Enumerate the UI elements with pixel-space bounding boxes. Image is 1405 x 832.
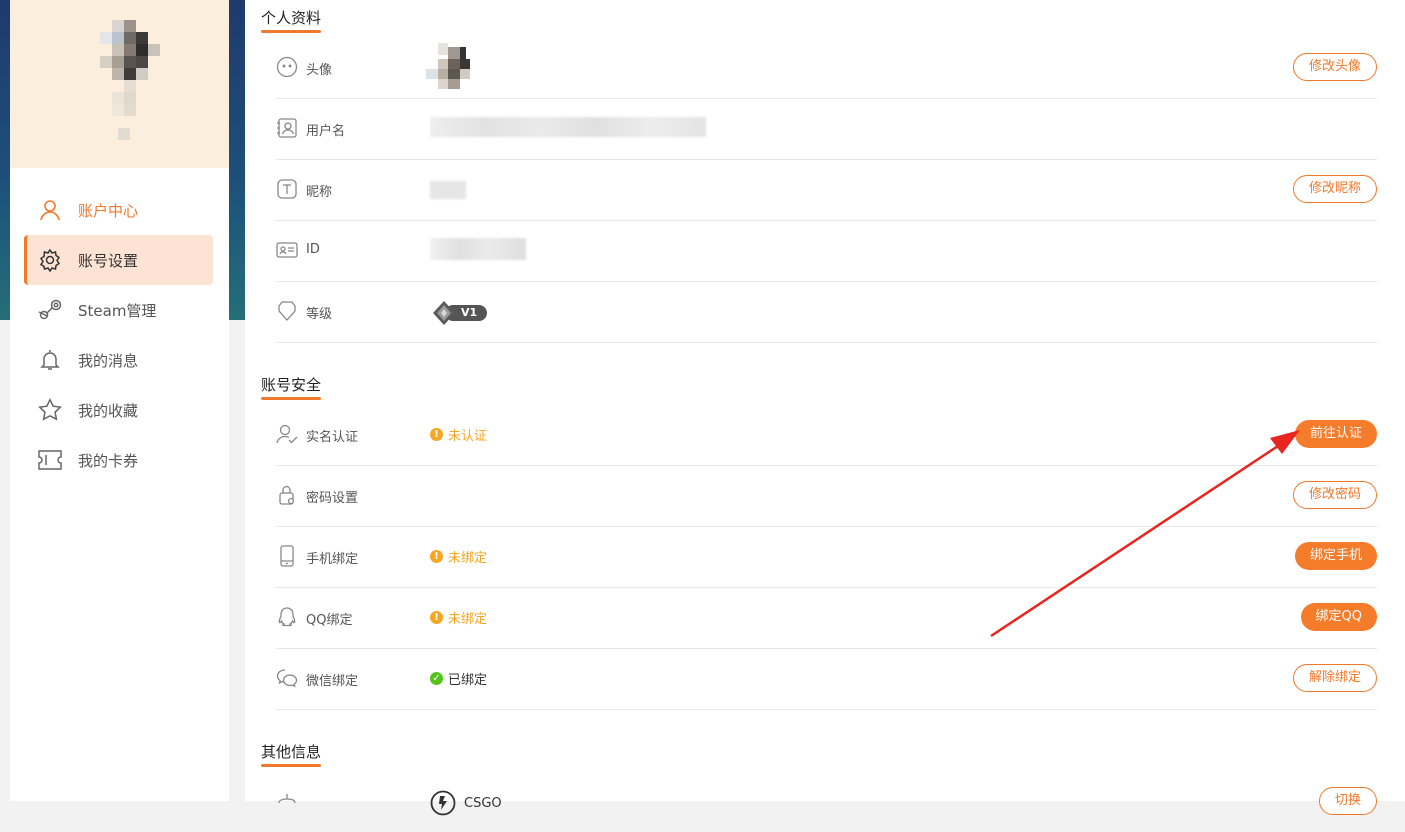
realname-row: 实名认证 ! 未认证 前往认证 (276, 405, 1377, 466)
profile-avatar-image (426, 43, 470, 89)
qq-status: ! 未绑定 (430, 608, 487, 627)
bind-qq-button[interactable]: 绑定QQ (1300, 603, 1377, 631)
phone-status: ! 未绑定 (430, 547, 487, 566)
wechat-icon (276, 669, 298, 688)
verify-realname-button[interactable]: 前往认证 (1294, 420, 1377, 448)
realname-label: 实名认证 (306, 430, 359, 445)
diamond-icon (278, 301, 296, 321)
star-icon (36, 396, 64, 424)
password-label: 密码设置 (306, 491, 359, 506)
sidebar-item-label: 我的收藏 (78, 401, 139, 420)
wechat-row: 微信绑定 ✓ 已绑定 解除绑定 (276, 649, 1377, 710)
gamepad-icon (278, 794, 296, 804)
wechat-label: 微信绑定 (306, 674, 359, 689)
phone-row: 手机绑定 ! 未绑定 绑定手机 (276, 527, 1377, 588)
switch-game-button[interactable]: 切换 (1318, 787, 1377, 815)
profile-card (10, 0, 229, 168)
sidebar-item-coupons[interactable]: 我的卡券 (24, 435, 213, 485)
lock-icon (279, 485, 295, 505)
username-row: 用户名 (276, 99, 1377, 160)
warning-icon: ! (430, 611, 443, 624)
avatar-label: 头像 (306, 63, 333, 78)
contact-card-icon (277, 118, 297, 138)
nickname-row: 昵称 修改昵称 (276, 160, 1377, 221)
id-row: ID (276, 221, 1377, 282)
unbind-wechat-button[interactable]: 解除绑定 (1292, 664, 1377, 692)
id-label: ID (306, 242, 320, 257)
csgo-logo-icon (430, 790, 456, 816)
main-content: 个人资料 头像 修改头像 用户名 昵称 修改昵称 ID 等级 V1 账号安全 实… (245, 0, 1405, 816)
username-label: 用户名 (306, 124, 346, 139)
change-password-button[interactable]: 修改密码 (1292, 481, 1377, 509)
user-icon (36, 196, 64, 224)
sidebar-item-label: 我的消息 (78, 351, 139, 370)
change-nickname-button[interactable]: 修改昵称 (1292, 175, 1377, 203)
warning-icon: ! (430, 428, 443, 441)
qq-row: QQ绑定 ! 未绑定 绑定QQ (276, 588, 1377, 649)
qq-label: QQ绑定 (306, 613, 353, 628)
wechat-status: ✓ 已绑定 (430, 669, 487, 688)
password-row: 密码设置 修改密码 (276, 466, 1377, 527)
sidebar-item-label: 我的卡券 (78, 451, 139, 470)
change-avatar-button[interactable]: 修改头像 (1292, 53, 1377, 81)
ticket-icon (36, 446, 64, 474)
gear-icon (36, 246, 64, 274)
user-check-icon (276, 424, 298, 444)
sidebar-item-account-center[interactable]: 账户中心 (24, 185, 213, 235)
title-underline (261, 764, 322, 767)
qq-icon (278, 607, 296, 627)
sidebar-item-steam[interactable]: Steam管理 (24, 285, 213, 335)
profile-section-title: 个人资料 (261, 7, 322, 33)
username-value-redacted (430, 117, 706, 137)
text-t-icon (277, 179, 297, 199)
sidebar-item-label: 账号设置 (78, 251, 139, 270)
avatar-face-icon (276, 56, 298, 78)
sidebar-item-account-settings[interactable]: 账号设置 (24, 235, 213, 285)
title-underline (261, 30, 322, 33)
bell-icon (36, 346, 64, 374)
sidebar-item-messages[interactable]: 我的消息 (24, 335, 213, 385)
other-section-title: 其他信息 (261, 741, 322, 767)
sidebar-item-label: Steam管理 (78, 301, 157, 320)
avatar-row: 头像 修改头像 (276, 38, 1377, 99)
level-label: 等级 (306, 307, 333, 322)
steam-icon (36, 296, 64, 324)
nickname-label: 昵称 (306, 185, 333, 200)
bind-phone-button[interactable]: 绑定手机 (1294, 542, 1377, 570)
id-card-icon (276, 242, 298, 258)
avatar (100, 20, 160, 140)
warning-icon: ! (430, 550, 443, 563)
main-game-row: CSGO 切换 (276, 772, 1377, 832)
level-badge: V1 (431, 300, 488, 326)
level-gem-icon (433, 301, 455, 325)
level-row: 等级 V1 (276, 282, 1377, 343)
title-underline (261, 397, 322, 400)
nickname-value-redacted (430, 181, 466, 199)
sidebar-nav: 账户中心 账号设置 Steam管理 我的消息 我的收藏 我的卡券 (10, 185, 229, 485)
phone-label: 手机绑定 (306, 552, 359, 567)
id-value-redacted (430, 238, 526, 260)
phone-icon (280, 545, 294, 567)
sidebar-item-label: 账户中心 (78, 201, 139, 220)
game-value: CSGO (430, 790, 502, 816)
realname-status: ! 未认证 (430, 425, 487, 444)
check-icon: ✓ (430, 672, 443, 685)
sidebar-item-favorites[interactable]: 我的收藏 (24, 385, 213, 435)
sidebar: 账户中心 账号设置 Steam管理 我的消息 我的收藏 我的卡券 (10, 0, 229, 801)
security-section-title: 账号安全 (261, 374, 322, 400)
